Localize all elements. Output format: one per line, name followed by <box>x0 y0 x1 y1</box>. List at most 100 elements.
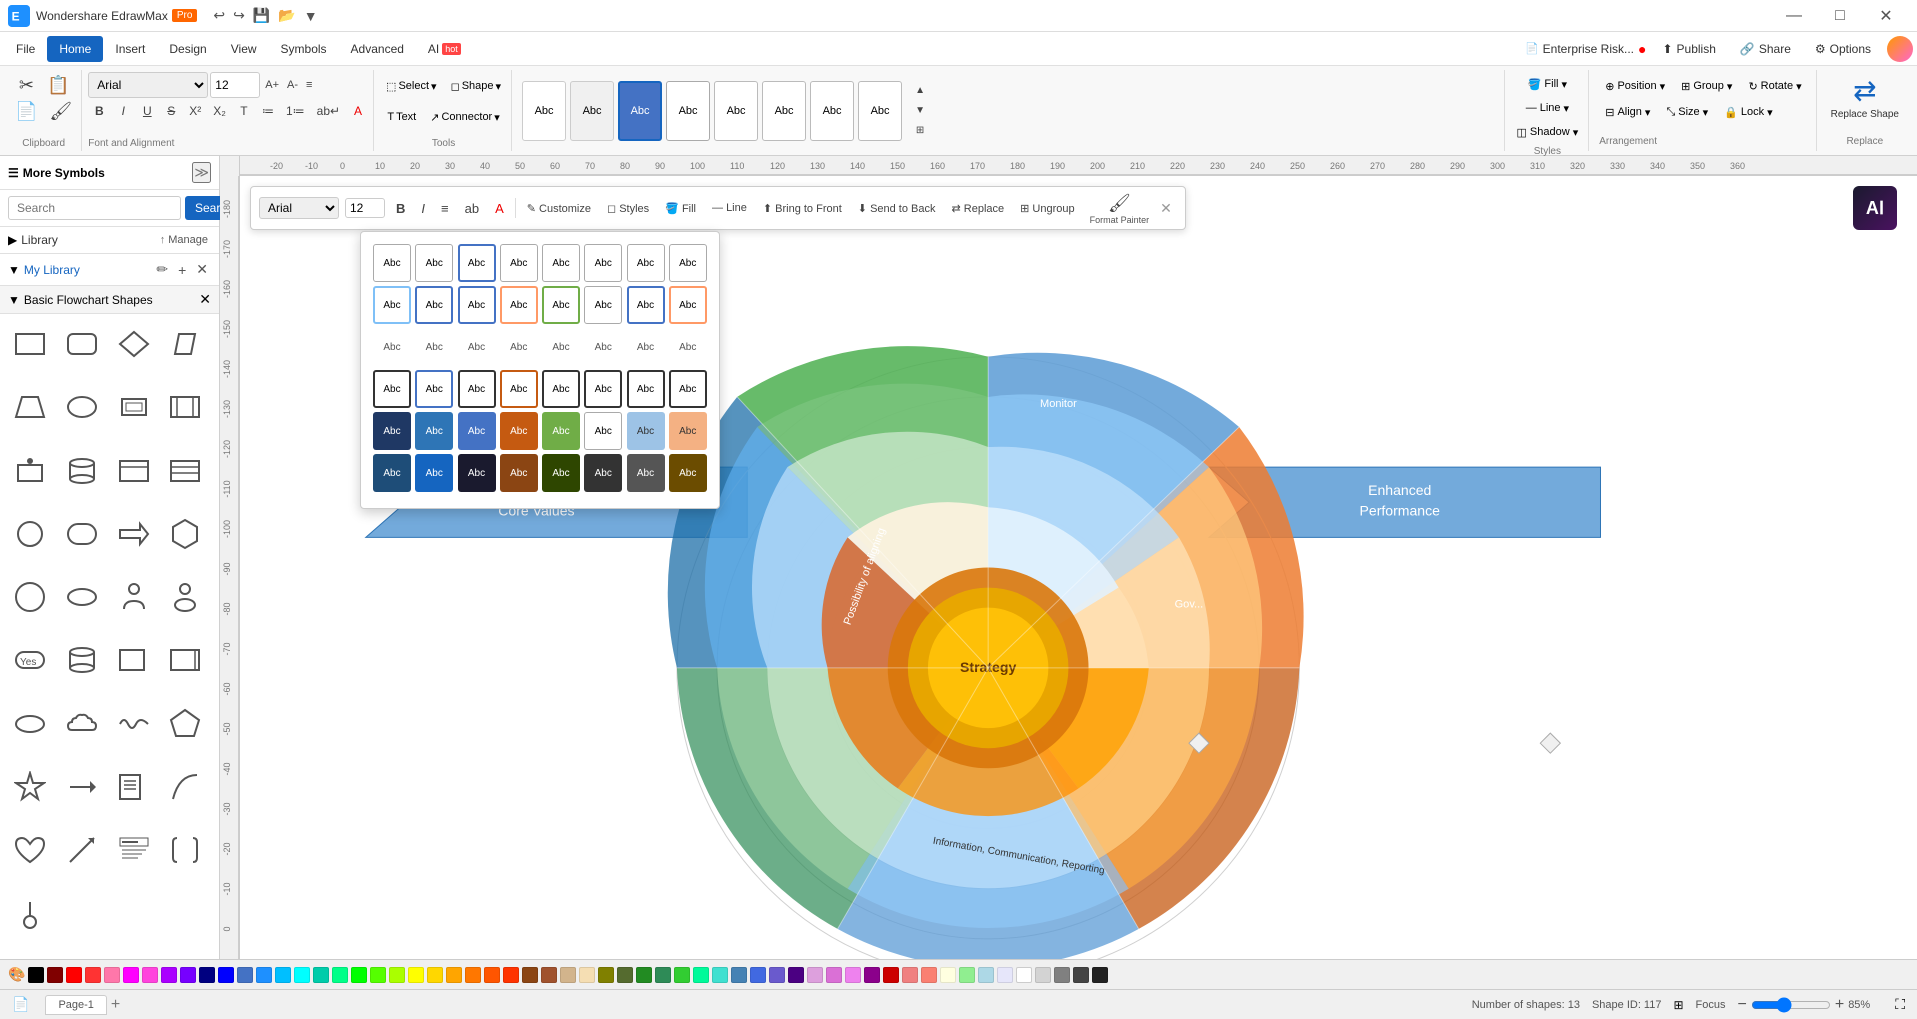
color-swatch-red2[interactable] <box>85 967 101 983</box>
copy-button[interactable]: 📋 <box>42 72 74 98</box>
shape-rounded2[interactable] <box>60 512 104 556</box>
float-close[interactable]: ✕ <box>1155 196 1177 220</box>
shape-parallelogram[interactable] <box>163 322 207 366</box>
color-swatch-aquamarine[interactable] <box>332 967 348 983</box>
menu-file[interactable]: File <box>4 36 47 62</box>
replace-shape-button[interactable]: ⇄ Replace Shape <box>1831 74 1899 121</box>
sp-btn-2-1[interactable]: Abc <box>373 286 411 324</box>
my-library-row[interactable]: ▼ My Library ✏ + ✕ <box>0 254 219 286</box>
float-bring-front[interactable]: ⬆ Bring to Front <box>758 196 847 220</box>
close-button[interactable]: ✕ <box>1863 0 1909 32</box>
shape-curve[interactable] <box>163 765 207 809</box>
font-size-input[interactable] <box>210 72 260 98</box>
shape-cylinder[interactable] <box>60 638 104 682</box>
add-page-button[interactable]: + <box>111 996 120 1014</box>
color-swatch-slateblue[interactable] <box>769 967 785 983</box>
shape-drum[interactable] <box>60 449 104 493</box>
strikethrough-button[interactable]: S <box>160 100 182 122</box>
color-swatch-blue[interactable] <box>218 967 234 983</box>
line-button[interactable]: — Line ▾ <box>1520 96 1575 120</box>
superscript-button[interactable]: X² <box>184 100 206 122</box>
group-button[interactable]: ⊞ Group▾ <box>1675 74 1738 98</box>
color-swatch-lightyellow[interactable] <box>940 967 956 983</box>
select-button[interactable]: ⬚ Select ▾ <box>380 72 443 100</box>
sp-btn-6-4[interactable]: Abc <box>500 454 538 492</box>
shape-oval2[interactable] <box>8 702 52 746</box>
sp-btn-6-6[interactable]: Abc <box>584 454 622 492</box>
shape-button[interactable]: ◻ Shape ▾ <box>445 72 507 100</box>
color-swatch-magenta[interactable] <box>123 967 139 983</box>
menu-advanced[interactable]: Advanced <box>339 36 416 62</box>
color-swatch-orchid[interactable] <box>826 967 842 983</box>
color-swatch-wheat[interactable] <box>579 967 595 983</box>
shape-ellipse[interactable] <box>60 385 104 429</box>
fill-button[interactable]: 🪣 Fill ▾ <box>1522 72 1573 96</box>
shape-striped-rect[interactable] <box>163 449 207 493</box>
shape-text[interactable] <box>112 828 156 872</box>
sp-btn-5-7[interactable]: Abc <box>627 412 665 450</box>
menu-symbols[interactable]: Symbols <box>269 36 339 62</box>
menu-ai[interactable]: AI hot <box>416 36 473 62</box>
styles-scroll-up[interactable]: ▲ <box>906 81 934 101</box>
sp-btn-2-5[interactable]: Abc <box>542 286 580 324</box>
share-button[interactable]: 🔗 Share <box>1732 38 1799 60</box>
sp-btn-3-3[interactable]: Abc <box>458 328 496 366</box>
color-swatch-royalblue[interactable] <box>750 967 766 983</box>
zoom-out-button[interactable]: − <box>1738 996 1747 1014</box>
color-swatch-darkolive[interactable] <box>617 967 633 983</box>
position-button[interactable]: ⊕ Position▾ <box>1599 74 1671 98</box>
sp-btn-1-2[interactable]: Abc <box>415 244 453 282</box>
shape-rounded-rect[interactable] <box>60 322 104 366</box>
color-swatch-lavender[interactable] <box>997 967 1013 983</box>
font-size-decrease[interactable]: A- <box>284 75 301 95</box>
color-swatch-mediumred[interactable] <box>883 967 899 983</box>
sp-btn-3-4[interactable]: Abc <box>500 328 538 366</box>
color-swatch-gold[interactable] <box>427 967 443 983</box>
color-swatch-cyan[interactable] <box>294 967 310 983</box>
float-styles[interactable]: ◻ Styles <box>602 196 654 220</box>
shape-pentagon[interactable] <box>163 702 207 746</box>
zoom-in-button[interactable]: + <box>1835 996 1844 1014</box>
canvas-content[interactable]: Arial B I ≡ ab A ✎ Customize ◻ Styles <box>240 176 1917 959</box>
menu-home[interactable]: Home <box>47 36 103 62</box>
sp-btn-5-6[interactable]: Abc <box>584 412 622 450</box>
sp-btn-4-2[interactable]: Abc <box>415 370 453 408</box>
color-swatch-dodger[interactable] <box>256 967 272 983</box>
shape-wave[interactable] <box>112 702 156 746</box>
shape-cloud[interactable] <box>60 702 104 746</box>
float-bold[interactable]: B <box>391 196 410 220</box>
sp-btn-6-5[interactable]: Abc <box>542 454 580 492</box>
color-swatch-cornflower[interactable] <box>237 967 253 983</box>
open-button[interactable]: 📂 <box>274 5 299 26</box>
shape-diamond[interactable] <box>112 322 156 366</box>
sp-btn-1-3[interactable]: Abc <box>458 244 496 282</box>
color-swatch-turquoise[interactable] <box>712 967 728 983</box>
zoom-slider[interactable] <box>1751 997 1831 1013</box>
color-swatch-sienna[interactable] <box>541 967 557 983</box>
color-swatch-yellow[interactable] <box>408 967 424 983</box>
style-item-1[interactable]: Abc <box>570 81 614 141</box>
shape-oval[interactable] <box>8 575 52 619</box>
style-item-0[interactable]: Abc <box>522 81 566 141</box>
color-swatch-forestgreen[interactable] <box>636 967 652 983</box>
shape-tag[interactable] <box>112 638 156 682</box>
color-swatch-white[interactable] <box>1016 967 1032 983</box>
float-ungroup[interactable]: ⊞ Ungroup <box>1015 196 1079 220</box>
more-button[interactable]: ▼ <box>300 6 322 26</box>
shape-inner-rect[interactable] <box>112 385 156 429</box>
shape-yes[interactable]: Yes <box>8 638 52 682</box>
color-swatch-darkgray[interactable] <box>1073 967 1089 983</box>
font-family-select[interactable]: Arial <box>88 72 208 98</box>
sp-btn-3-7[interactable]: Abc <box>627 328 665 366</box>
sp-btn-6-2[interactable]: Abc <box>415 454 453 492</box>
color-swatch-steelblue[interactable] <box>731 967 747 983</box>
color-swatch-violet2[interactable] <box>845 967 861 983</box>
my-lib-edit-button[interactable]: ✏ <box>153 260 171 279</box>
style-item-5[interactable]: Abc <box>762 81 806 141</box>
sp-btn-1-5[interactable]: Abc <box>542 244 580 282</box>
subscript-button[interactable]: X₂ <box>208 100 231 122</box>
sp-btn-4-8[interactable]: Abc <box>669 370 707 408</box>
style-item-3[interactable]: Abc <box>666 81 710 141</box>
search-input[interactable] <box>8 196 181 220</box>
color-swatch-black[interactable] <box>28 967 44 983</box>
